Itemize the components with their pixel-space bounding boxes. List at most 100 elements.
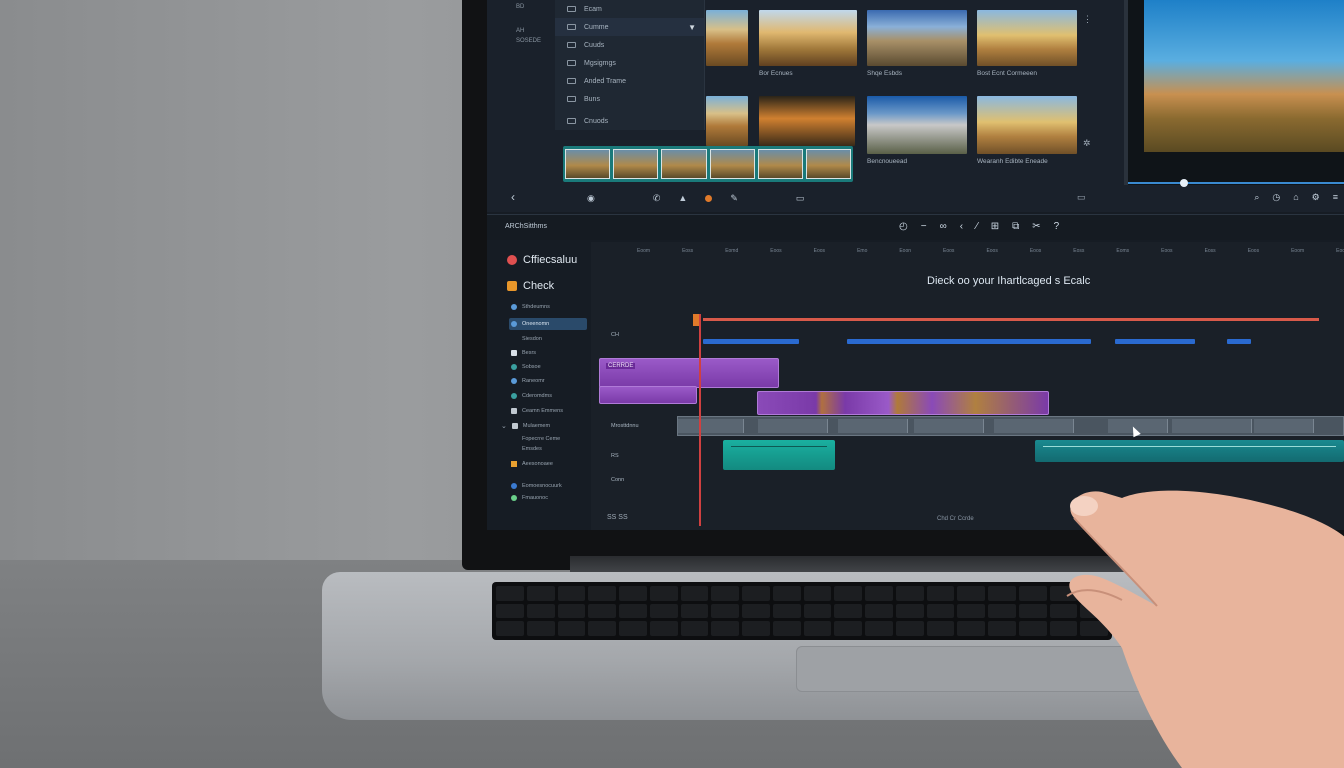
main-video-track[interactable] bbox=[677, 416, 1344, 436]
screen-icon[interactable]: ▭ bbox=[796, 193, 805, 204]
playhead[interactable] bbox=[699, 314, 701, 526]
keyboard-key[interactable] bbox=[834, 603, 862, 619]
scrubber-handle[interactable] bbox=[1180, 179, 1188, 187]
keyboard-key[interactable] bbox=[680, 603, 709, 619]
keyboard-key[interactable] bbox=[557, 586, 586, 601]
keyboard-key[interactable] bbox=[957, 586, 985, 601]
menu-item-cnuods[interactable]: Cnuods bbox=[555, 112, 704, 130]
keyboard-key[interactable] bbox=[526, 621, 555, 636]
menu-item-ecam[interactable]: Ecam bbox=[555, 0, 704, 18]
globe-icon[interactable]: ◉ bbox=[587, 193, 595, 204]
back-arrow-icon[interactable]: ‹ bbox=[511, 190, 515, 204]
keyboard-key[interactable] bbox=[711, 586, 739, 601]
media-thumbnail[interactable]: Shqe Esbds bbox=[867, 10, 967, 77]
keyboard-key[interactable] bbox=[1018, 586, 1047, 601]
keyboard-key[interactable] bbox=[957, 621, 985, 636]
audio-clip-teal[interactable] bbox=[1035, 440, 1344, 462]
link-icon[interactable]: ∞ bbox=[940, 221, 947, 232]
keyboard-key[interactable] bbox=[895, 621, 924, 636]
bell-icon[interactable]: ⌂ bbox=[1293, 192, 1298, 208]
copy-icon[interactable]: ⧉ bbox=[1012, 221, 1019, 232]
cut-icon[interactable]: ✂ bbox=[1032, 221, 1040, 232]
edit-icon[interactable]: ✎ bbox=[730, 193, 738, 204]
keyboard[interactable] bbox=[492, 582, 1112, 640]
video-clip[interactable] bbox=[599, 386, 697, 404]
sidebar-item[interactable]: Cderomdms bbox=[509, 390, 587, 402]
keyboard-key[interactable] bbox=[772, 621, 801, 636]
keyboard-key[interactable] bbox=[803, 621, 832, 636]
keyboard-key[interactable] bbox=[957, 603, 985, 619]
gear-icon[interactable]: ⚙ bbox=[1312, 192, 1320, 208]
keyboard-key[interactable] bbox=[803, 586, 832, 601]
film-frame[interactable] bbox=[661, 149, 707, 179]
left-strip-item[interactable]: SOSEDE bbox=[516, 38, 552, 44]
keyboard-key[interactable] bbox=[742, 603, 770, 619]
keyboard-key[interactable] bbox=[742, 621, 770, 636]
keyboard-key[interactable] bbox=[988, 603, 1016, 619]
preview-scrubber[interactable] bbox=[1128, 182, 1344, 184]
minus-icon[interactable]: − bbox=[921, 221, 927, 232]
keyboard-key[interactable] bbox=[496, 586, 524, 601]
search-icon[interactable]: ⌕ bbox=[1254, 192, 1259, 208]
keyboard-key[interactable] bbox=[711, 621, 739, 636]
audio-clip-teal[interactable] bbox=[723, 440, 835, 470]
left-strip-item[interactable]: BD bbox=[516, 4, 552, 10]
film-frame[interactable] bbox=[709, 149, 755, 179]
keyboard-key[interactable] bbox=[619, 603, 647, 619]
chevron-down-icon[interactable]: ▼ bbox=[688, 23, 696, 32]
keyboard-key[interactable] bbox=[526, 603, 555, 619]
keyboard-key[interactable] bbox=[496, 621, 524, 636]
screen-icon[interactable]: ▭ bbox=[1077, 192, 1086, 203]
undo-icon[interactable]: ◴ bbox=[899, 221, 908, 232]
video-clip[interactable]: CERRDE bbox=[599, 358, 779, 388]
track-segment[interactable] bbox=[994, 419, 1074, 433]
filmstrip[interactable] bbox=[563, 146, 853, 182]
video-clip-filmstrip[interactable] bbox=[757, 391, 1049, 415]
in-out-range[interactable] bbox=[703, 318, 1319, 321]
audio-clip[interactable] bbox=[847, 339, 1091, 344]
sidebar-primary-item[interactable]: Check bbox=[507, 280, 554, 292]
keyboard-key[interactable] bbox=[649, 621, 678, 636]
menu-item-anded-trame[interactable]: Anded Trame bbox=[555, 72, 704, 90]
keyboard-key[interactable] bbox=[742, 586, 770, 601]
grid-icon[interactable]: ⊞ bbox=[991, 221, 999, 232]
keyboard-key[interactable] bbox=[619, 586, 647, 601]
media-thumbnail[interactable] bbox=[706, 10, 748, 66]
keyboard-key[interactable] bbox=[496, 603, 524, 619]
film-frame[interactable] bbox=[613, 149, 659, 179]
media-thumbnail[interactable] bbox=[706, 96, 748, 146]
media-thumbnail[interactable]: Bor Ecnues bbox=[759, 10, 857, 77]
phone-icon[interactable]: ✆ bbox=[653, 193, 661, 204]
keyboard-key[interactable] bbox=[895, 586, 924, 601]
keyboard-key[interactable] bbox=[526, 586, 555, 601]
menu-item-mgsigmgs[interactable]: Mgsigmgs bbox=[555, 54, 704, 72]
track-segment[interactable] bbox=[678, 419, 744, 433]
sidebar-item[interactable]: Sthdeumns bbox=[509, 301, 587, 313]
media-thumbnail[interactable] bbox=[759, 96, 855, 146]
track-segment[interactable] bbox=[1254, 419, 1314, 433]
keyboard-key[interactable] bbox=[834, 586, 862, 601]
track-segment[interactable] bbox=[758, 419, 828, 433]
film-frame[interactable] bbox=[805, 149, 852, 179]
keyboard-key[interactable] bbox=[926, 603, 955, 619]
keyboard-key[interactable] bbox=[557, 603, 586, 619]
keyboard-key[interactable] bbox=[588, 603, 616, 619]
sidebar-item[interactable]: Besrs bbox=[509, 347, 587, 359]
timeline-ruler[interactable]: Eoom Eoss Eomd Eoos Eoos Emo Eoon Eoos Eoos Eoos E… bbox=[591, 248, 1344, 260]
keyboard-key[interactable] bbox=[926, 621, 955, 636]
more-icon[interactable]: ⋮ bbox=[1083, 14, 1092, 25]
record-icon[interactable] bbox=[705, 194, 713, 202]
media-thumbnail[interactable]: Bost Ecnt Cormeeen bbox=[977, 10, 1077, 77]
media-thumbnail[interactable]: Wearanh Edibte Eneade bbox=[977, 96, 1077, 165]
keyboard-key[interactable] bbox=[865, 621, 893, 636]
sidebar-item[interactable]: Fmauonoc bbox=[509, 492, 587, 504]
menu-item-cumme[interactable]: Cumme ▼ bbox=[555, 18, 704, 36]
track-segment[interactable] bbox=[1172, 419, 1252, 433]
track-segment[interactable] bbox=[838, 419, 908, 433]
sidebar-item[interactable]: Sobsoe bbox=[509, 361, 587, 373]
pen-icon[interactable]: ∕ bbox=[976, 221, 978, 232]
menu-icon[interactable]: ≡ bbox=[1333, 192, 1338, 208]
keyboard-key[interactable] bbox=[926, 586, 955, 601]
keyboard-key[interactable] bbox=[680, 586, 709, 601]
keyboard-key[interactable] bbox=[895, 603, 924, 619]
